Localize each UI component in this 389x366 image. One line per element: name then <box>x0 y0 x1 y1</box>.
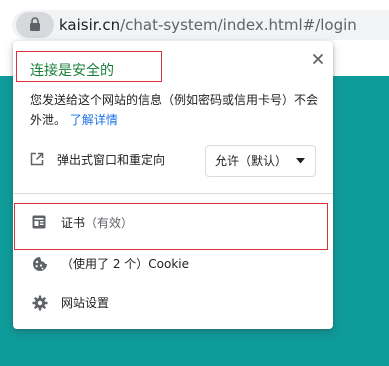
gear-icon <box>32 295 48 311</box>
url-path: /chat-system/index.html#/login <box>120 16 357 34</box>
address-bar[interactable]: kaisir.cn/chat-system/index.html#/login <box>12 10 389 40</box>
site-settings-row[interactable]: 网站设置 <box>13 285 333 321</box>
chevron-down-icon <box>296 158 305 164</box>
url-text[interactable]: kaisir.cn/chat-system/index.html#/login <box>59 15 357 35</box>
site-info-popup: 连接是安全的 您发送给这个网站的信息（例如密码或信用卡号）不会外泄。 了解详情 … <box>13 41 333 329</box>
close-icon <box>313 54 323 64</box>
popup-permission-select[interactable]: 允许（默认） <box>205 145 316 177</box>
cookie-icon <box>33 257 47 271</box>
learn-more-link[interactable]: 了解详情 <box>70 113 118 127</box>
popup-permission-row: 弹出式窗口和重定向 允许（默认） <box>30 145 316 177</box>
divider <box>13 193 333 194</box>
lock-icon <box>30 17 40 31</box>
site-info-button[interactable] <box>16 12 54 38</box>
popup-permission-label: 弹出式窗口和重定向 <box>57 153 166 167</box>
annotation-box-secure-title <box>16 51 162 82</box>
cookies-row[interactable]: （使用了 2 个）Cookie <box>13 246 333 282</box>
annotation-box-certificate <box>14 203 328 250</box>
security-description: 您发送给这个网站的信息（例如密码或信用卡号）不会外泄。 了解详情 <box>30 90 326 130</box>
cookies-label: （使用了 2 个）Cookie <box>61 257 189 271</box>
close-button[interactable] <box>310 51 326 67</box>
open-in-new-icon <box>30 152 44 166</box>
url-host: kaisir.cn <box>59 16 121 34</box>
popup-permission-value: 允许（默认） <box>215 154 288 168</box>
site-settings-label: 网站设置 <box>61 296 110 310</box>
